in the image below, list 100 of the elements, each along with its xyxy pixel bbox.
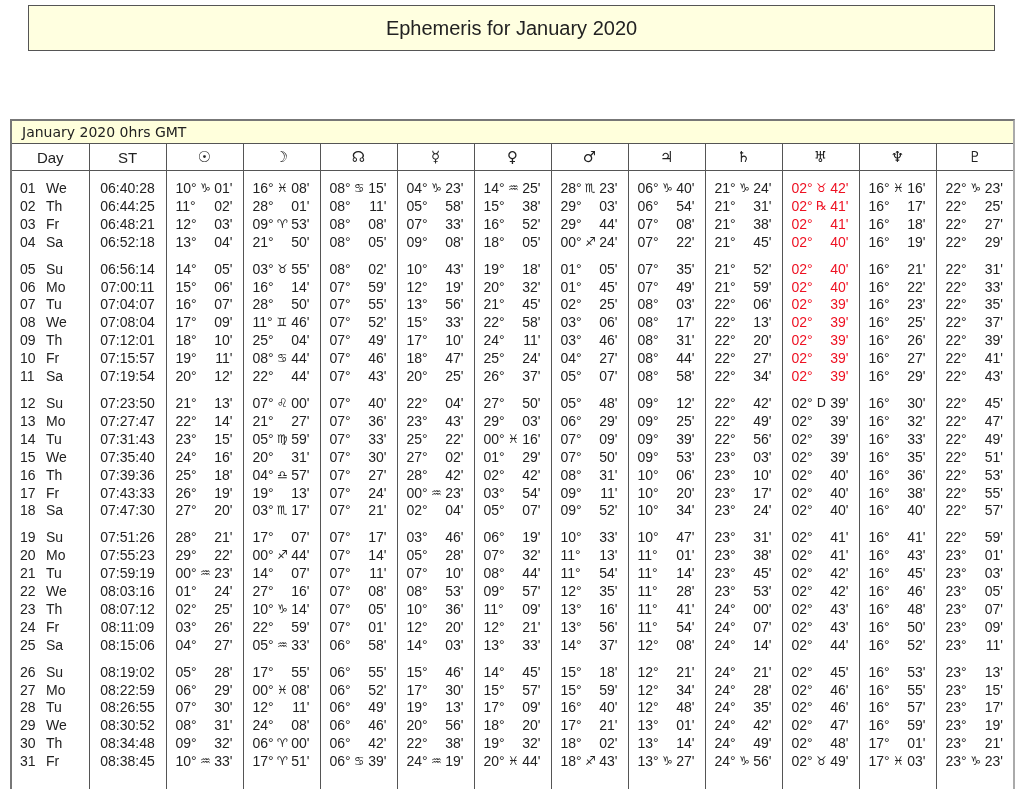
position-cell: 12° 20' [397, 618, 474, 637]
position-cell: 16° 52' [859, 636, 936, 655]
position-cell: 00° ♓ 08' [243, 681, 320, 700]
position-cell: 11° 09' [474, 600, 551, 619]
position-cell: 07° 36' [320, 412, 397, 431]
sidereal-time-cell: 08:15:06 [89, 636, 166, 655]
position-cell: 02° 25' [551, 296, 628, 315]
position-cell: 24° 49' [705, 735, 782, 754]
sidereal-time-cell: 08:03:16 [89, 583, 166, 601]
position-cell: 22° 38' [397, 735, 474, 754]
position-cell: 02° 48' [782, 735, 859, 754]
position-cell: 15° 18' [551, 654, 628, 682]
day-cell: 14 Tu [12, 430, 89, 449]
position-cell: 03° 46' [397, 520, 474, 548]
position-cell: 09° 11' [551, 484, 628, 503]
position-cell: 01° 45' [551, 278, 628, 297]
position-cell: 01° 29' [474, 448, 551, 467]
position-cell: 06° 46' [320, 717, 397, 736]
position-cell: 05° 28' [397, 547, 474, 566]
position-cell: 08° ♋ 44' [243, 350, 320, 369]
position-cell: 23° 17' [705, 484, 782, 503]
position-cell: 13° 56' [397, 296, 474, 315]
position-cell: 12° 03' [166, 215, 243, 234]
position-cell: 12° 11' [243, 699, 320, 718]
position-cell: 23° 21' [936, 735, 1013, 754]
position-cell: 04° ♎ 57' [243, 466, 320, 485]
position-cell: 02° 45' [782, 654, 859, 682]
day-cell: 01 We [12, 170, 89, 198]
position-cell: 22° 58' [474, 314, 551, 333]
position-cell: 09° 25' [628, 412, 705, 431]
position-cell: 14° 07' [243, 565, 320, 584]
day-cell: 30 Th [12, 735, 89, 754]
position-cell: 16° 43' [859, 547, 936, 566]
day-cell: 03 Fr [12, 215, 89, 234]
sidereal-time-cell: 07:04:07 [89, 296, 166, 315]
position-cell: 08° 03' [628, 296, 705, 315]
sidereal-time-cell: 07:39:36 [89, 466, 166, 485]
position-cell: 19° 32' [474, 735, 551, 754]
position-cell: 06° 29' [551, 412, 628, 431]
position-cell: 24° 08' [243, 717, 320, 736]
position-cell: 02° 39' [782, 448, 859, 467]
position-cell: 16° 27' [859, 350, 936, 369]
position-cell: 08° 58' [628, 368, 705, 386]
position-cell: 15° 33' [397, 314, 474, 333]
column-header: ♆ [859, 143, 936, 171]
position-cell: 14° 03' [397, 636, 474, 655]
position-cell: 23° ♑ 23' [936, 753, 1013, 772]
day-cell: 22 We [12, 583, 89, 601]
position-cell: 08° 02' [320, 251, 397, 279]
position-cell: 02° 39' [782, 314, 859, 333]
position-cell: 22° 49' [705, 412, 782, 431]
position-cell: 16° 41' [859, 520, 936, 548]
position-cell: 07° 01' [320, 618, 397, 637]
sidereal-time-cell: 08:19:02 [89, 654, 166, 682]
position-cell: 02° 47' [782, 717, 859, 736]
position-cell: 22° 53' [936, 466, 1013, 485]
position-cell: 07° 55' [320, 296, 397, 315]
position-cell: 29° 22' [166, 547, 243, 566]
position-cell: 07° 50' [551, 448, 628, 467]
day-cell: 21 Tu [12, 565, 89, 584]
position-cell: 16° ♓ 16' [859, 170, 936, 198]
position-cell: 11° 28' [628, 583, 705, 601]
position-cell: 16° 48' [859, 600, 936, 619]
position-cell: 08° 11' [320, 197, 397, 216]
position-cell: 05° 58' [397, 197, 474, 216]
position-cell: 21° ♑ 24' [705, 170, 782, 198]
position-cell: 22° 45' [936, 385, 1013, 413]
position-cell: 13° ♑ 27' [628, 753, 705, 772]
position-cell: 28° 01' [243, 197, 320, 216]
sidereal-time-cell: 07:00:11 [89, 278, 166, 297]
sidereal-time-cell: 07:19:54 [89, 368, 166, 386]
position-cell: 22° 27' [705, 350, 782, 369]
position-cell: 22° 35' [936, 296, 1013, 315]
position-cell: 23° 53' [705, 583, 782, 601]
position-cell: 02° 39' [782, 412, 859, 431]
position-cell: 05° ♍ 59' [243, 430, 320, 449]
sidereal-time-cell: 07:08:04 [89, 314, 166, 333]
position-cell: 22° 37' [936, 314, 1013, 333]
sidereal-time-cell: 07:43:33 [89, 484, 166, 503]
position-cell: 20° 25' [397, 368, 474, 386]
position-cell: 22° 41' [936, 350, 1013, 369]
position-cell: 05° 28' [166, 654, 243, 682]
sidereal-time-cell: 08:26:55 [89, 699, 166, 718]
position-cell: 23° 05' [936, 583, 1013, 601]
column-header: ☽ [243, 143, 320, 171]
position-cell: 06° 42' [320, 735, 397, 754]
column-header: ☊ [320, 143, 397, 171]
position-cell: 07° 22' [628, 233, 705, 252]
position-cell: 07° 52' [320, 314, 397, 333]
position-cell: 14° ♒ 25' [474, 170, 551, 198]
position-cell: 00° ♐ 24' [551, 233, 628, 252]
position-cell: 23° 09' [936, 618, 1013, 637]
position-cell: 08° 44' [474, 565, 551, 584]
day-cell: 02 Th [12, 197, 89, 216]
position-cell: 22° 42' [705, 385, 782, 413]
position-cell: 08° 08' [320, 215, 397, 234]
column-header: Day [12, 143, 89, 171]
position-cell: 07° 40' [320, 385, 397, 413]
position-cell: 16° 19' [859, 233, 936, 252]
position-cell: 10° 34' [628, 502, 705, 521]
